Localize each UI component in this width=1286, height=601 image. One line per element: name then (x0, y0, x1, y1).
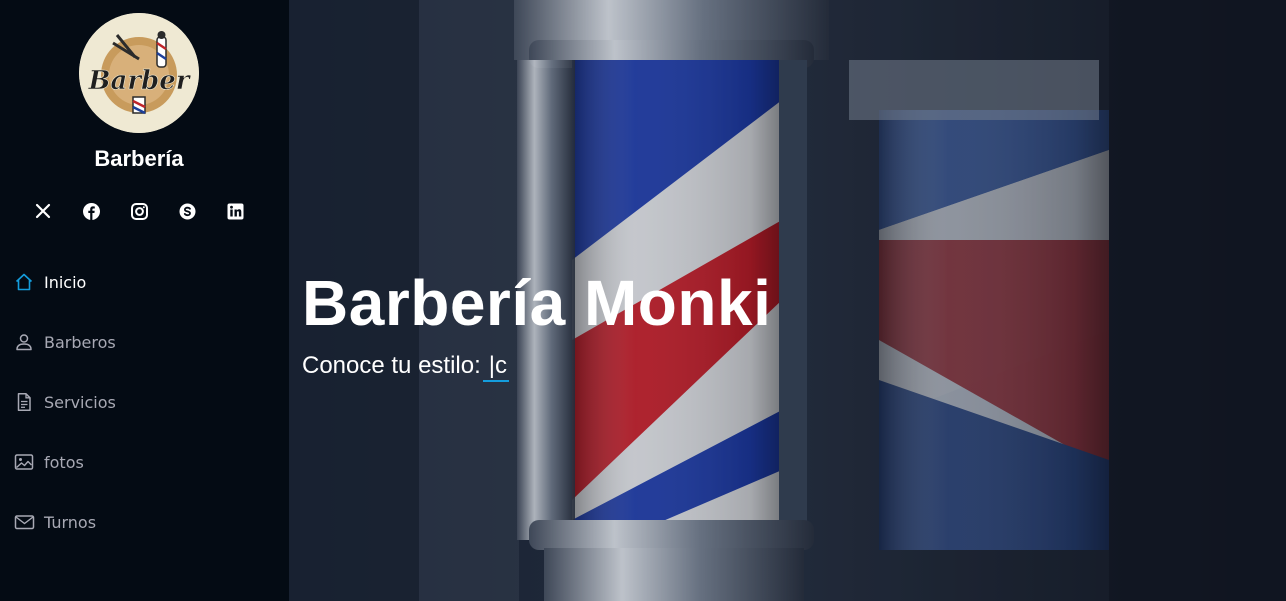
instagram-icon[interactable] (127, 199, 151, 223)
facebook-icon[interactable] (79, 199, 103, 223)
barber-logo-image: Barber (79, 13, 199, 133)
nav-label-turnos: Turnos (44, 512, 97, 532)
x-twitter-icon[interactable] (31, 199, 55, 223)
typed-text: |c (482, 352, 510, 382)
hero-subtitle-text: Conoce tu estilo: (302, 352, 481, 379)
sidebar: Barber Barbería Inicio Barberos Servicio… (0, 0, 289, 601)
svg-text:Barber: Barber (88, 66, 192, 96)
hero-subtitle: Conoce tu estilo: |c (302, 352, 510, 382)
nav-item-inicio[interactable]: Inicio (0, 252, 289, 312)
hero-title: Barbería Monki (302, 267, 772, 339)
social-links (0, 199, 289, 223)
home-icon (13, 271, 35, 293)
nav-label-barberos: Barberos (44, 332, 116, 352)
envelope-icon (13, 511, 35, 533)
nav-item-servicios[interactable]: Servicios (0, 372, 289, 432)
logo[interactable]: Barber (79, 13, 199, 133)
nav-item-fotos[interactable]: fotos (0, 432, 289, 492)
brand-name[interactable]: Barbería (0, 146, 278, 172)
main-nav: Inicio Barberos Servicios fotos Turnos (0, 252, 289, 552)
linkedin-icon[interactable] (223, 199, 247, 223)
nav-label-inicio: Inicio (44, 272, 87, 292)
images-icon (13, 451, 35, 473)
hero-section: Barbería Monki Conoce tu estilo: |c (289, 0, 1286, 601)
nav-label-servicios: Servicios (44, 392, 116, 412)
skype-icon[interactable] (175, 199, 199, 223)
person-icon (13, 331, 35, 353)
nav-item-barberos[interactable]: Barberos (0, 312, 289, 372)
nav-label-fotos: fotos (44, 452, 84, 472)
file-text-icon (13, 391, 35, 413)
nav-item-turnos[interactable]: Turnos (0, 492, 289, 552)
